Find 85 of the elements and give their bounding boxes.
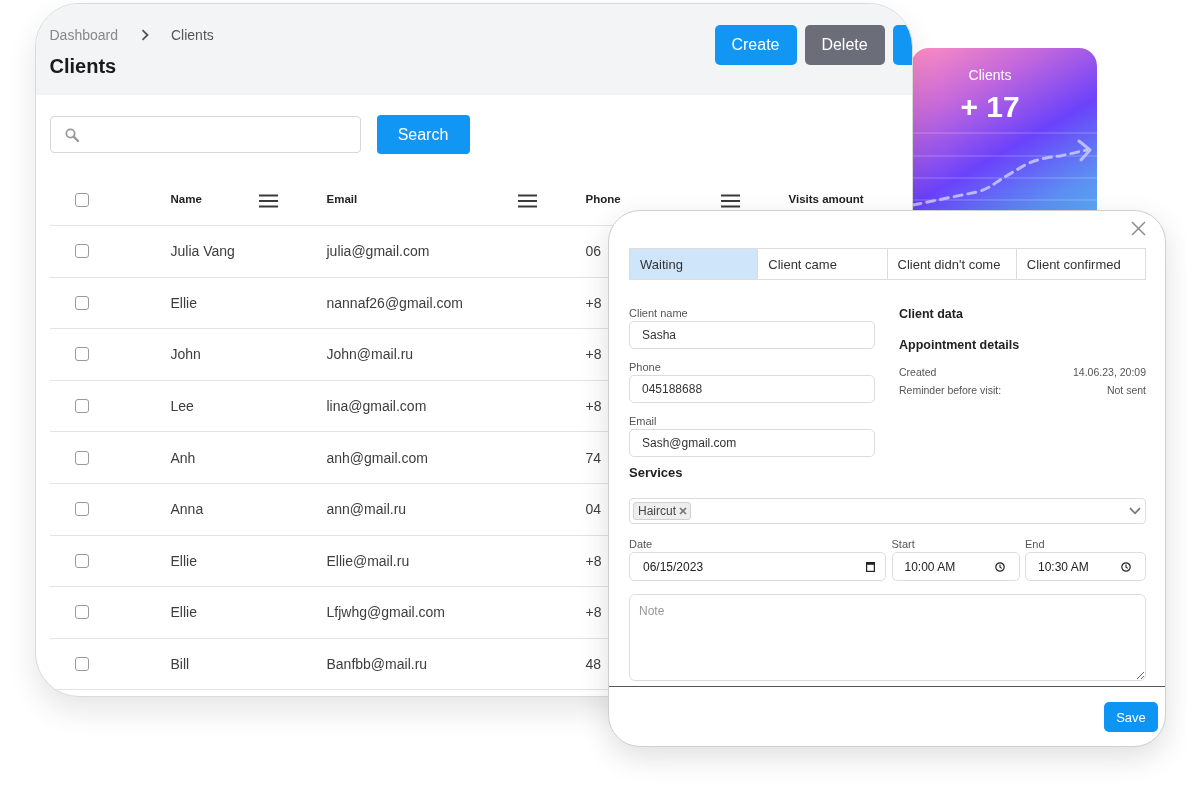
client-name: Ellie bbox=[170, 552, 197, 569]
input-field[interactable]: 045188688 bbox=[629, 375, 875, 403]
cropped-button[interactable] bbox=[892, 25, 912, 65]
section-heading: Client data bbox=[899, 306, 964, 322]
date-field[interactable]: 06/15/2023 bbox=[629, 552, 886, 581]
status-tab[interactable]: Client came bbox=[757, 248, 888, 280]
detail-value: Not sent bbox=[1106, 383, 1146, 398]
close-icon[interactable] bbox=[1131, 221, 1146, 236]
client-name: Julia Vang bbox=[170, 243, 235, 260]
client-phone: +8 bbox=[585, 552, 602, 569]
client-name: John bbox=[170, 346, 201, 363]
status-tab[interactable]: Client didn't come bbox=[886, 248, 1017, 280]
field-label: Phone bbox=[629, 360, 661, 374]
menu-icon[interactable] bbox=[258, 193, 278, 208]
field-label: Date bbox=[629, 538, 653, 551]
client-email: Banfbb@mail.ru bbox=[326, 656, 428, 673]
client-name: Lee bbox=[170, 398, 194, 415]
page-title: Clients bbox=[49, 54, 118, 79]
client-phone: 06 bbox=[585, 243, 602, 260]
column-header: Email bbox=[326, 192, 358, 205]
client-email: ann@mail.ru bbox=[326, 501, 407, 518]
client-email: julia@gmail.com bbox=[326, 243, 430, 260]
client-name: Anh bbox=[170, 449, 196, 466]
client-phone: +8 bbox=[585, 604, 602, 621]
client-phone: +8 bbox=[585, 398, 602, 415]
field-label: Email bbox=[629, 414, 657, 428]
client-email: Lfjwhg@gmail.com bbox=[326, 604, 445, 621]
client-email: nannaf26@gmail.com bbox=[326, 294, 463, 311]
row-checkbox[interactable] bbox=[74, 502, 89, 517]
calendar-icon[interactable] bbox=[866, 561, 875, 572]
stat-label: Clients bbox=[968, 66, 1012, 84]
row-checkbox[interactable] bbox=[74, 295, 89, 310]
client-name: Ellie bbox=[170, 294, 197, 311]
client-phone: 74 bbox=[585, 449, 602, 466]
detail-label: Reminder before visit: bbox=[899, 383, 1002, 398]
field-label: Client name bbox=[629, 306, 688, 320]
field-label: End bbox=[1025, 538, 1045, 551]
detail-value: 14.06.23, 20:09 bbox=[1073, 365, 1146, 380]
client-phone: 48 bbox=[585, 656, 602, 673]
chevron-down-icon bbox=[1129, 507, 1141, 515]
column-header: Phone bbox=[585, 192, 621, 205]
section-heading: Appointment details bbox=[899, 337, 1021, 353]
client-email: anh@gmail.com bbox=[326, 449, 428, 466]
client-email: lina@gmail.com bbox=[326, 398, 427, 415]
client-phone: +8 bbox=[585, 346, 602, 363]
client-phone: 04 bbox=[585, 501, 602, 518]
stat-value: + 17 bbox=[960, 89, 1020, 125]
breadcrumb-current: Clients bbox=[171, 27, 214, 43]
row-checkbox[interactable] bbox=[74, 553, 89, 568]
client-email: John@mail.ru bbox=[326, 346, 414, 363]
clock-icon[interactable] bbox=[994, 561, 1005, 572]
row-checkbox[interactable] bbox=[74, 244, 89, 259]
search-icon bbox=[64, 127, 79, 142]
status-tab[interactable]: Waiting bbox=[629, 248, 759, 280]
client-phone: +8 bbox=[585, 294, 602, 311]
service-tag[interactable]: Haircut bbox=[633, 502, 691, 520]
row-checkbox[interactable] bbox=[74, 450, 89, 465]
row-checkbox[interactable] bbox=[74, 657, 89, 672]
note-field[interactable]: Note bbox=[629, 594, 1146, 681]
time-field[interactable]: 10:00 AM bbox=[891, 552, 1020, 581]
client-name: Anna bbox=[170, 501, 204, 518]
menu-icon[interactable] bbox=[517, 193, 537, 208]
clock-icon[interactable] bbox=[1121, 561, 1131, 572]
input-field[interactable]: Sash@gmail.com bbox=[629, 429, 875, 457]
action-button[interactable]: Delete bbox=[804, 25, 885, 65]
section-heading: Services bbox=[629, 465, 683, 481]
field-label: Start bbox=[891, 538, 915, 551]
input-field[interactable]: Sasha bbox=[629, 321, 875, 349]
status-tab[interactable]: Client confirmed bbox=[1015, 248, 1146, 280]
chevron-right-icon bbox=[141, 29, 149, 41]
row-checkbox[interactable] bbox=[74, 605, 89, 620]
time-field[interactable]: 10:30 AM bbox=[1025, 552, 1146, 581]
row-checkbox[interactable] bbox=[74, 399, 89, 414]
column-header: Visits amount bbox=[788, 192, 864, 205]
services-select[interactable]: Haircut bbox=[629, 498, 1146, 524]
column-header: Name bbox=[170, 192, 202, 205]
detail-label: Created bbox=[899, 365, 937, 380]
select-all-checkbox[interactable] bbox=[74, 192, 89, 207]
menu-icon[interactable] bbox=[720, 193, 740, 208]
client-email: Ellie@mail.ru bbox=[326, 552, 410, 569]
client-name: Ellie bbox=[170, 604, 197, 621]
search-field[interactable] bbox=[49, 116, 361, 153]
client-name: Bill bbox=[170, 656, 190, 673]
remove-icon[interactable] bbox=[679, 507, 687, 515]
row-checkbox[interactable] bbox=[74, 347, 89, 362]
